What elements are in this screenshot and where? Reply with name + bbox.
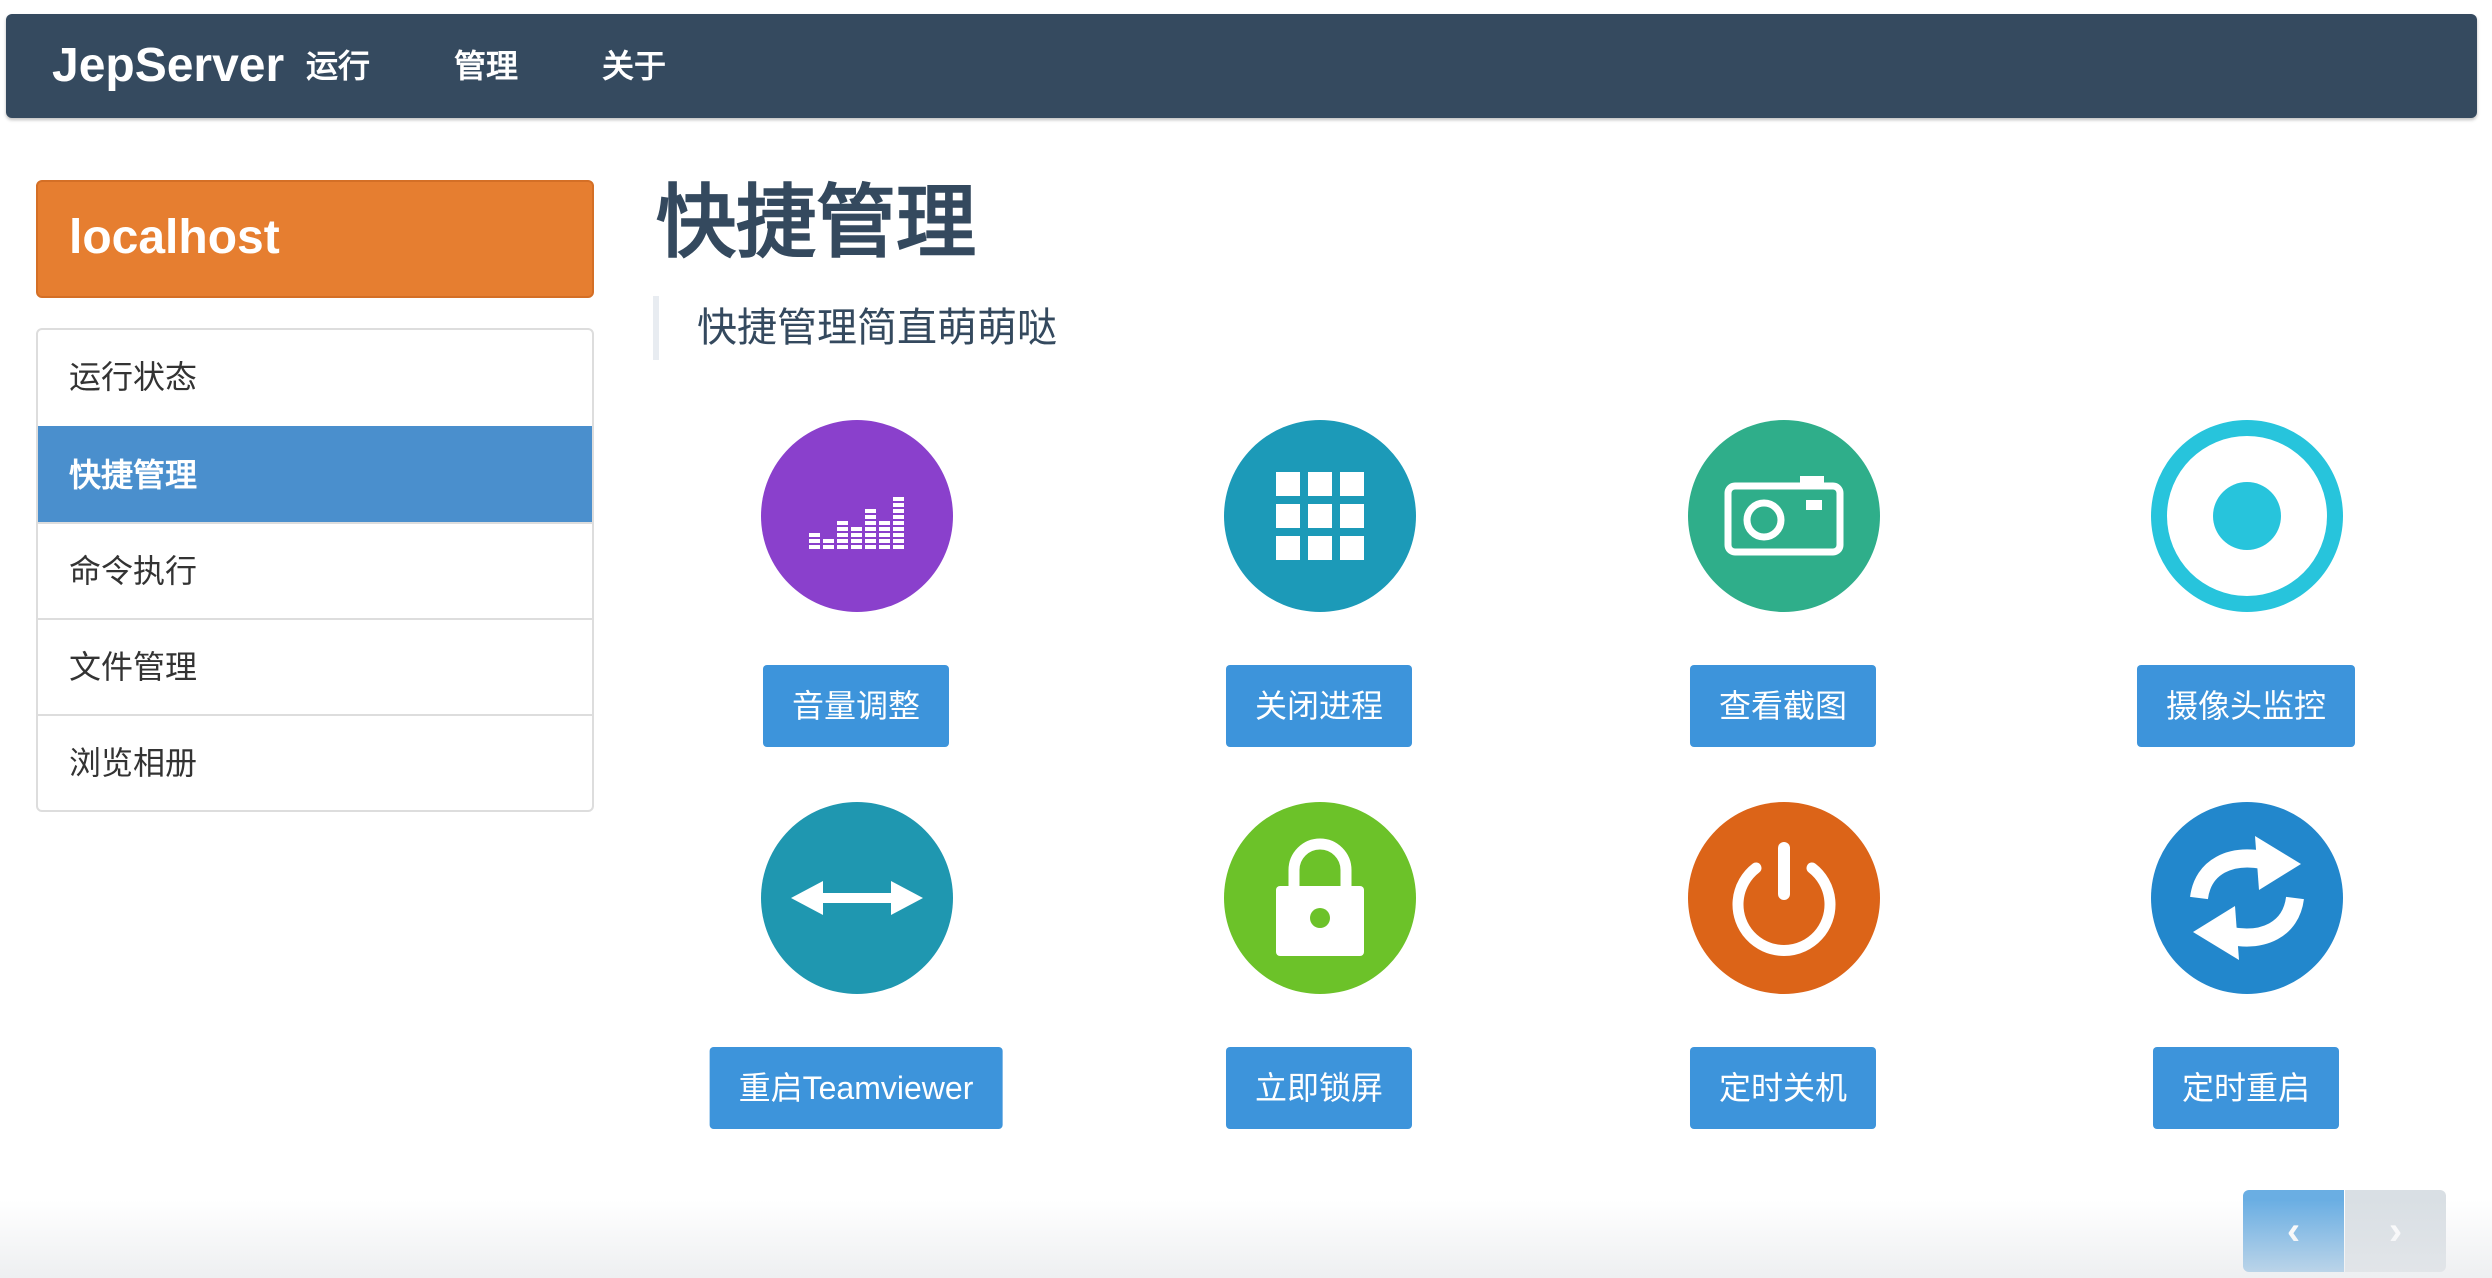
sidebar-item-status[interactable]: 运行状态 [38, 330, 592, 426]
pagination: ‹ › [2243, 1190, 2446, 1272]
kill-process-button[interactable]: 关闭进程 [1225, 665, 1413, 747]
sidebar-item-album[interactable]: 浏览相册 [38, 714, 592, 810]
double-arrow-icon[interactable] [761, 802, 953, 994]
sidebar-item-quick-manage[interactable]: 快捷管理 [38, 426, 592, 522]
nav-item-manage[interactable]: 管理 [454, 14, 518, 118]
camera-monitor-button[interactable]: 摄像头监控 [2136, 665, 2356, 747]
nav-item-run[interactable]: 运行 [306, 14, 370, 118]
power-icon[interactable] [1688, 802, 1880, 994]
scheduled-shutdown-button[interactable]: 定时关机 [1689, 1047, 1877, 1129]
page-subtitle: 快捷管理简直萌萌哒 [653, 296, 1057, 360]
restart-teamviewer-button[interactable]: 重启Teamviewer [709, 1047, 1003, 1129]
sidebar-item-command[interactable]: 命令执行 [38, 522, 592, 618]
next-page-button[interactable]: › [2345, 1190, 2446, 1272]
view-screenshot-button[interactable]: 查看截图 [1689, 665, 1877, 747]
grid-icon[interactable] [1224, 420, 1416, 612]
host-panel: localhost [36, 180, 594, 298]
volume-equalizer-icon[interactable] [761, 420, 953, 612]
page-title: 快捷管理 [656, 178, 976, 267]
prev-page-button[interactable]: ‹ [2243, 1190, 2344, 1272]
nav-item-about[interactable]: 关于 [602, 14, 666, 118]
lock-icon[interactable] [1224, 802, 1416, 994]
sidebar-item-files[interactable]: 文件管理 [38, 618, 592, 714]
brand-logo[interactable]: JepServer [52, 14, 284, 118]
volume-adjust-button[interactable]: 音量调整 [762, 665, 950, 747]
scheduled-restart-button[interactable]: 定时重启 [2152, 1047, 2340, 1129]
refresh-icon[interactable] [2151, 802, 2343, 994]
sidebar-menu: 运行状态 快捷管理 命令执行 文件管理 浏览相册 [36, 328, 594, 812]
camera-icon[interactable] [1688, 420, 1880, 612]
record-icon[interactable] [2151, 420, 2343, 612]
lock-screen-button[interactable]: 立即锁屏 [1225, 1047, 1413, 1129]
bottom-shadow [0, 1200, 2492, 1278]
top-navbar: JepServer 运行 管理 关于 [6, 14, 2477, 118]
